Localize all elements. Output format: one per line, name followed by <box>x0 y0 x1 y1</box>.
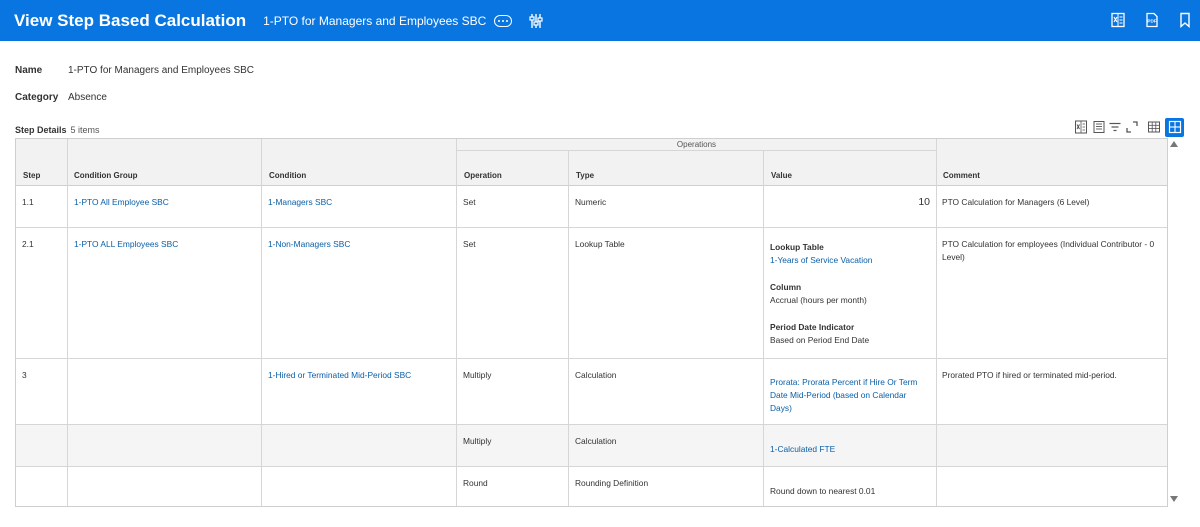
column-divider <box>763 151 764 506</box>
type-cell: Calculation <box>575 370 617 380</box>
type-cell: Numeric <box>575 197 607 207</box>
value-number: 10 <box>918 196 930 208</box>
grid-view-icon <box>1168 120 1181 134</box>
category-value: Absence <box>68 92 107 103</box>
value-text: Round down to nearest 0.01 <box>770 486 876 496</box>
column-header-condition-group[interactable]: Condition Group <box>74 171 138 180</box>
grid-title: Step Details 5 items <box>15 125 100 135</box>
condition-group-link[interactable]: 1-PTO ALL Employees SBC <box>74 238 178 251</box>
operation-cell: Set <box>463 197 476 207</box>
column-divider <box>456 139 457 506</box>
value-calculation-link[interactable]: Prorata: Prorata Percent if Hire Or Term… <box>770 376 925 415</box>
condition-group-link[interactable]: 1-PTO All Employee SBC <box>74 196 169 209</box>
export-excel-icon[interactable] <box>1074 120 1088 134</box>
value-period-label: Period Date Indicator <box>770 322 855 332</box>
value-column-label: Column <box>770 282 802 292</box>
step-cell: 1.1 <box>22 197 34 207</box>
comment-cell: Prorated PTO if hired or terminated mid-… <box>942 370 1117 380</box>
excel-export-icon[interactable] <box>1110 12 1126 28</box>
type-cell: Calculation <box>575 436 617 446</box>
grid-item-count: 5 items <box>70 125 100 135</box>
page-title: View Step Based Calculation <box>14 10 247 30</box>
grid-title-text: Step Details <box>15 125 67 135</box>
step-cell: 2.1 <box>22 239 34 249</box>
svg-text:PDF: PDF <box>1147 19 1156 24</box>
column-divider <box>568 151 569 506</box>
value-period-value: Based on Period End Date <box>770 335 870 345</box>
value-lookup-link[interactable]: 1-Years of Service Vacation <box>770 254 872 267</box>
filter-icon[interactable] <box>1108 120 1122 134</box>
page-header: View Step Based Calculation 1-PTO for Ma… <box>0 0 1200 41</box>
grid-view-button[interactable] <box>1165 117 1184 137</box>
bookmark-icon[interactable] <box>1177 12 1193 28</box>
column-header-operation[interactable]: Operation <box>464 171 502 180</box>
column-header-value[interactable]: Value <box>771 171 792 180</box>
table-row: 2.1 1-PTO ALL Employees SBC 1-Non-Manage… <box>16 228 1167 359</box>
table-row: 1.1 1-PTO All Employee SBC 1-Managers SB… <box>16 186 1167 228</box>
column-header-type[interactable]: Type <box>576 171 594 180</box>
value-lookup-label: Lookup Table <box>770 242 824 252</box>
table-view-button[interactable] <box>1145 118 1163 136</box>
columns-icon[interactable] <box>1092 120 1106 134</box>
filter-sliders-icon[interactable] <box>529 13 543 29</box>
column-header-condition[interactable]: Condition <box>269 171 306 180</box>
table-row: Multiply Calculation 1-Calculated FTE <box>16 425 1167 467</box>
comment-cell: PTO Calculation for employees (Individua… <box>942 239 1155 262</box>
scroll-down-arrow-icon[interactable] <box>1170 496 1178 502</box>
step-cell: 3 <box>22 370 27 380</box>
column-divider <box>261 139 262 506</box>
comment-cell: PTO Calculation for Managers (6 Level) <box>942 197 1090 207</box>
operation-cell: Round <box>463 478 488 488</box>
condition-link[interactable]: 1-Non-Managers SBC <box>268 238 350 251</box>
operations-group-header: Operations <box>457 139 936 151</box>
pdf-icon[interactable]: PDF <box>1144 12 1160 28</box>
value-calculation-link[interactable]: 1-Calculated FTE <box>770 443 835 456</box>
fullscreen-icon[interactable] <box>1125 120 1139 134</box>
related-actions-icon[interactable] <box>494 14 513 27</box>
condition-link[interactable]: 1-Hired or Terminated Mid-Period SBC <box>268 369 411 382</box>
operation-cell: Set <box>463 239 476 249</box>
operation-cell: Multiply <box>463 436 492 446</box>
type-cell: Lookup Table <box>575 239 625 249</box>
value-column-value: Accrual (hours per month) <box>770 295 867 305</box>
column-header-comment[interactable]: Comment <box>943 171 980 180</box>
scroll-up-arrow-icon[interactable] <box>1170 141 1178 147</box>
table-row: 3 1-Hired or Terminated Mid-Period SBC M… <box>16 359 1167 425</box>
condition-link[interactable]: 1-Managers SBC <box>268 196 332 209</box>
column-divider <box>936 139 937 506</box>
grid-toolbar <box>1074 117 1184 137</box>
column-header-step[interactable]: Step <box>23 171 40 180</box>
table-view-icon <box>1148 121 1160 133</box>
name-value: 1-PTO for Managers and Employees SBC <box>68 65 255 76</box>
step-details-table: Operations Step Condition Group Conditio… <box>15 138 1168 507</box>
category-label: Category <box>15 92 59 103</box>
page-subtitle: 1-PTO for Managers and Employees SBC <box>263 13 487 28</box>
operation-cell: Multiply <box>463 370 492 380</box>
type-cell: Rounding Definition <box>575 478 649 488</box>
table-row: Round Rounding Definition Round down to … <box>16 467 1167 506</box>
column-divider <box>67 139 68 506</box>
name-label: Name <box>15 65 43 76</box>
